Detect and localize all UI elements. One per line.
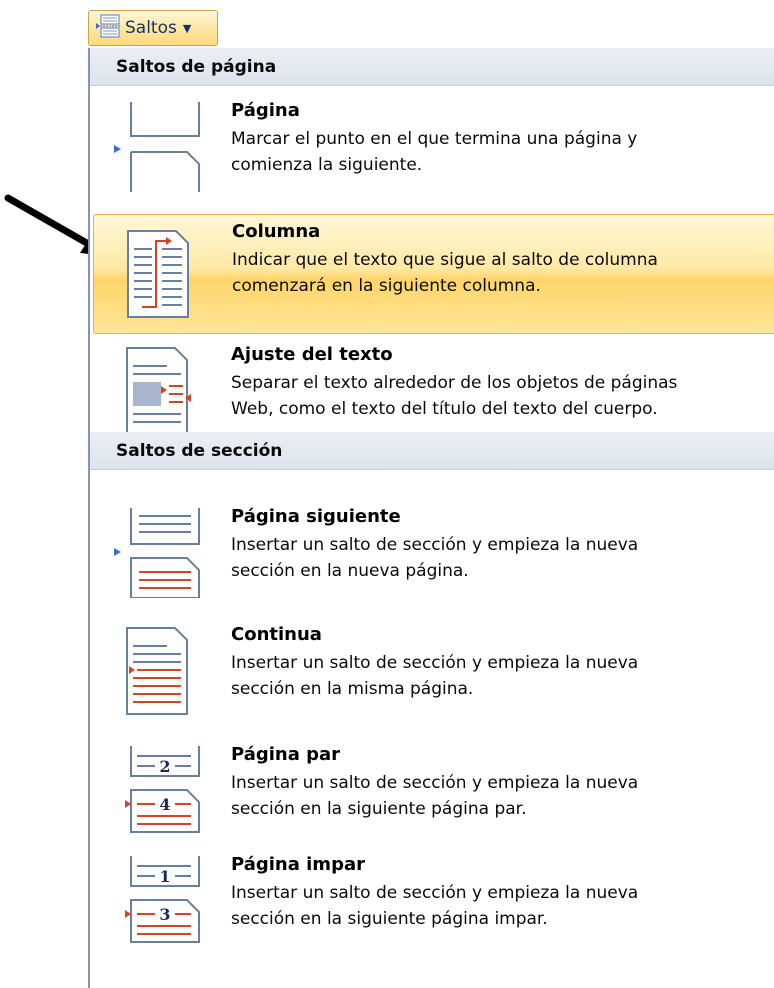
menu-item-title: Continua: [231, 624, 322, 645]
next-page-icon: [111, 506, 201, 599]
odd-page-icon: 1 3: [111, 854, 201, 946]
menu-item-description: Marcar el punto en el que termina una pá…: [231, 129, 638, 175]
page-number-4: 4: [159, 795, 170, 814]
menu-item-title: Página: [231, 100, 300, 121]
menu-item-title: Página par: [231, 744, 341, 765]
saltos-button[interactable]: Saltos ▼: [88, 10, 218, 46]
menu-item-column-break[interactable]: Columna Indicar que el texto que sigue a…: [93, 214, 774, 334]
menu-item-next-page[interactable]: Página siguiente Insertar un salto de se…: [93, 500, 774, 610]
menu-item-description: Insertar un salto de sección y empieza l…: [231, 883, 639, 929]
menu-item-title: Ajuste del texto: [231, 344, 393, 365]
menu-item-description: Insertar un salto de sección y empieza l…: [231, 653, 639, 699]
menu-item-title: Columna: [232, 221, 321, 242]
menu-item-even-page[interactable]: 2 4 Página par Insertar un salto de secc…: [93, 738, 774, 848]
even-page-icon: 2 4: [111, 744, 201, 836]
column-break-icon: [112, 227, 202, 319]
page-number-3: 3: [159, 905, 170, 924]
text-wrapping-icon: [111, 344, 201, 436]
saltos-dropdown-menu: Saltos de página Página Marcar el punto …: [88, 48, 774, 988]
saltos-button-label: Saltos: [125, 18, 177, 38]
page-break-icon: [95, 14, 121, 42]
menu-item-description: Indicar que el texto que sigue al salto …: [232, 250, 658, 296]
menu-item-title: Página impar: [231, 854, 365, 875]
menu-item-description: Insertar un salto de sección y empieza l…: [231, 535, 639, 581]
menu-item-odd-page[interactable]: 1 3 Página impar Insertar un salto de se…: [93, 848, 774, 958]
menu-item-description: Insertar un salto de sección y empieza l…: [231, 773, 639, 819]
continuous-icon: [111, 624, 201, 716]
chevron-down-icon: ▼: [182, 21, 192, 35]
section-header-section-breaks: Saltos de sección: [90, 432, 774, 470]
menu-item-title: Página siguiente: [231, 506, 401, 527]
page-break-icon: [111, 100, 201, 192]
page-number-1: 1: [159, 867, 170, 886]
menu-item-continuous[interactable]: Continua Insertar un salto de sección y …: [93, 618, 774, 728]
menu-item-page-break[interactable]: Página Marcar el punto en el que termina…: [93, 94, 774, 204]
page-number-2: 2: [159, 757, 170, 776]
section-header-page-breaks: Saltos de página: [90, 48, 774, 86]
menu-item-description: Separar el texto alrededor de los objeto…: [231, 373, 678, 419]
